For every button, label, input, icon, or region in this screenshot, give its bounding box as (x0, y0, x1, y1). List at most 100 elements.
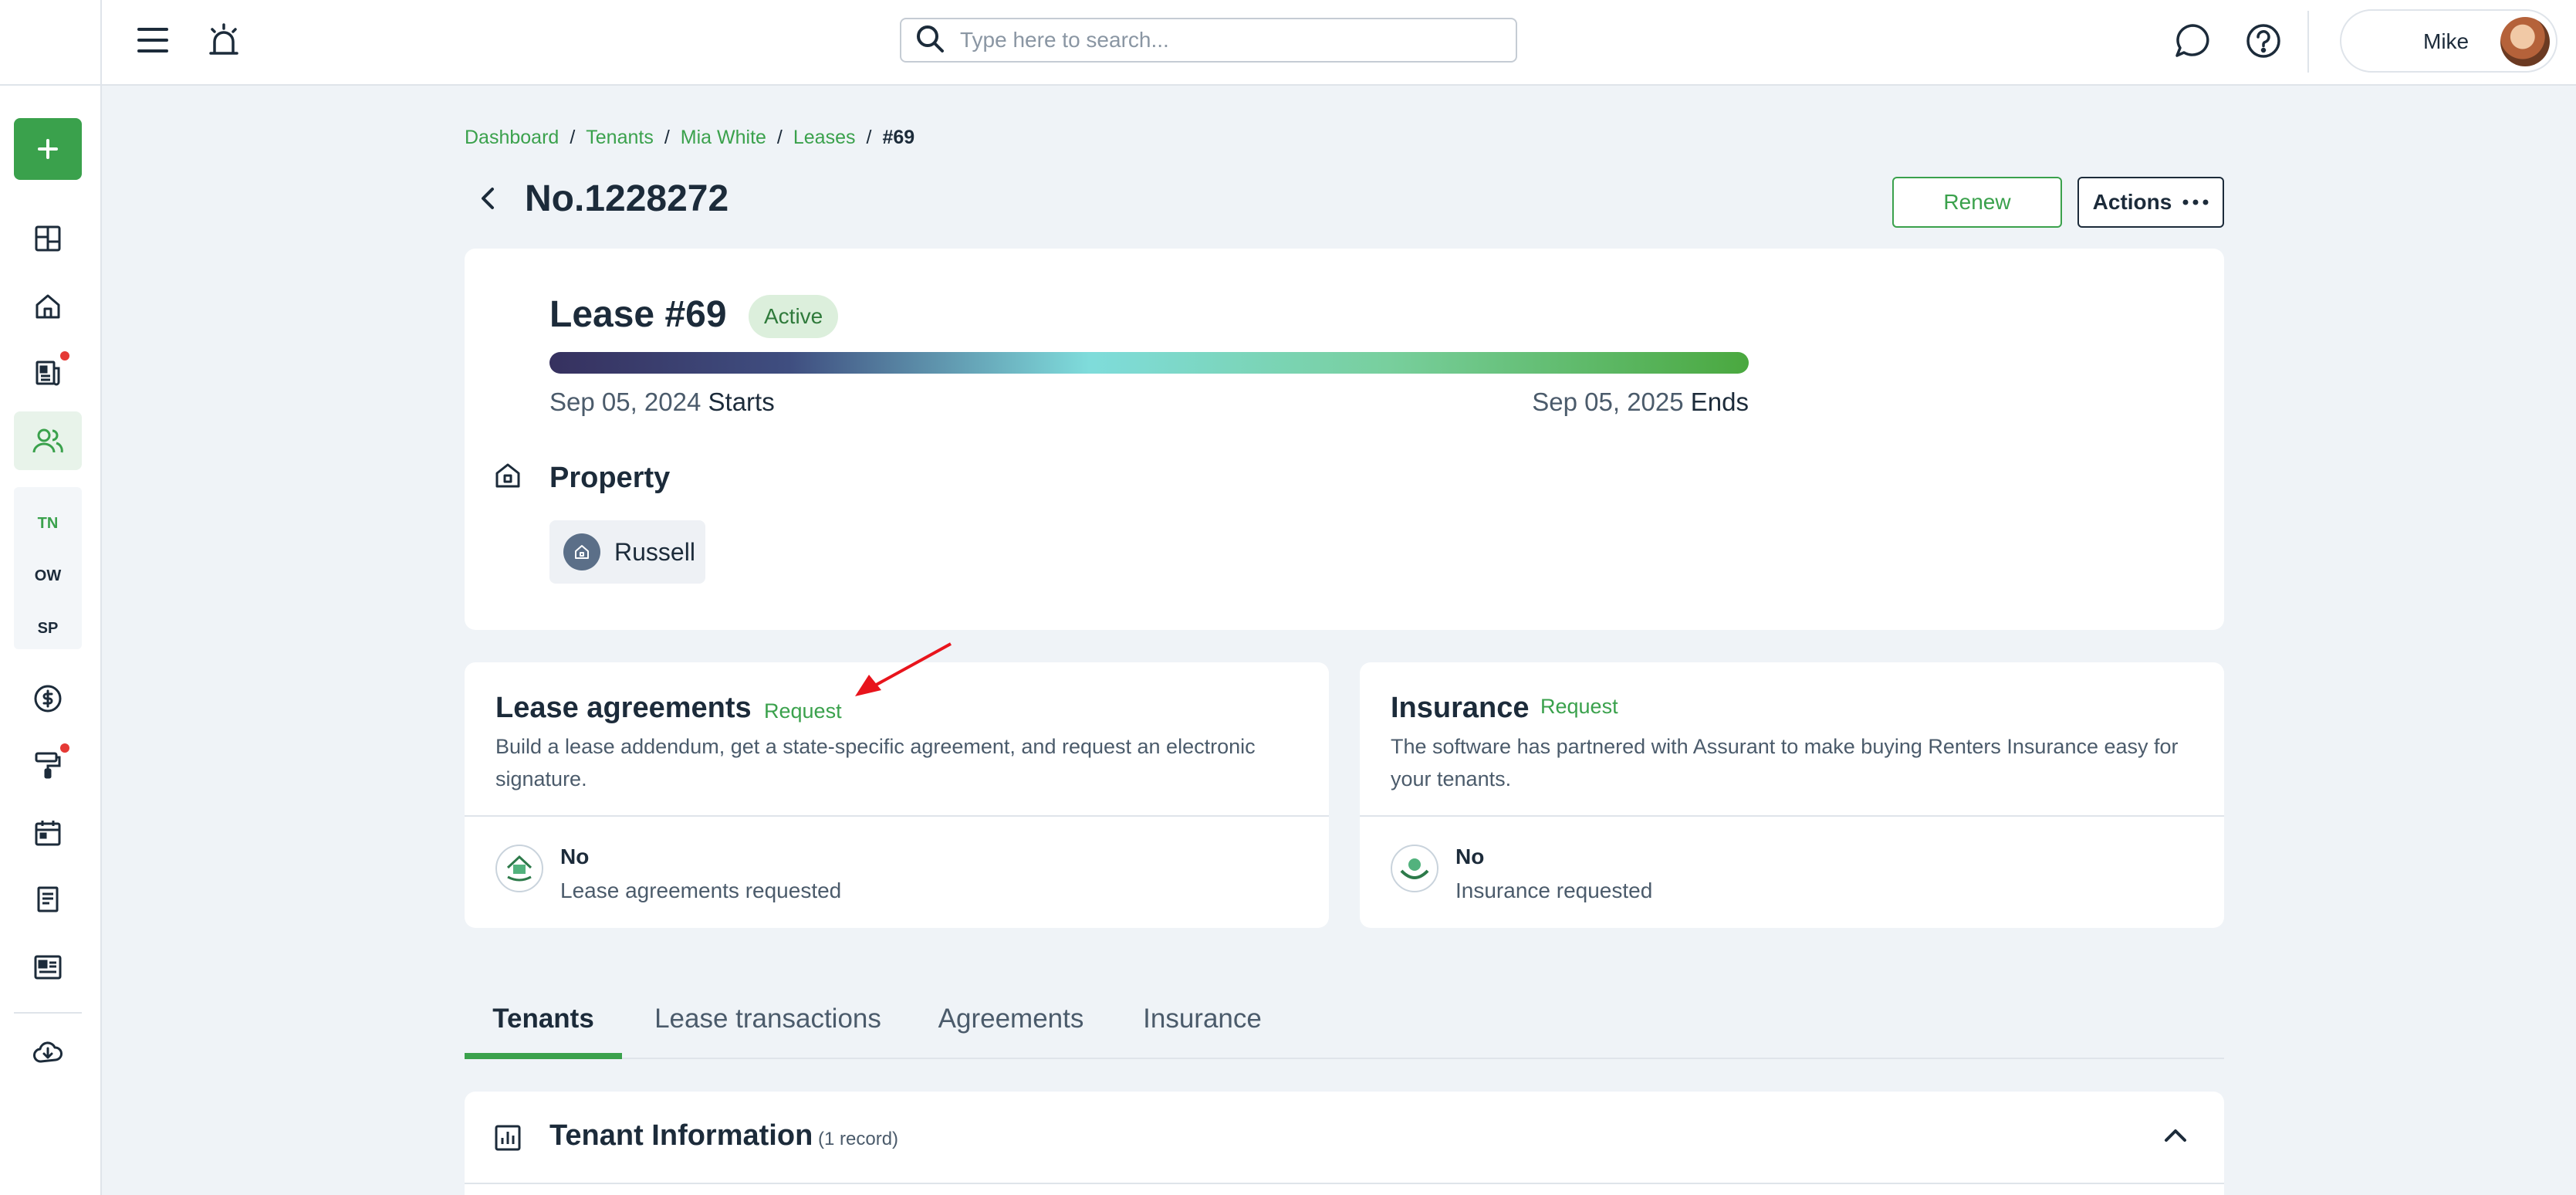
property-building-icon (563, 533, 600, 570)
breadcrumb-separator: / (570, 127, 576, 148)
lease-agreements-status-text: Lease agreements requested (560, 878, 842, 902)
users-icon (32, 428, 63, 453)
cloud-download-icon (33, 1041, 63, 1063)
insurance-title: Insurance (1391, 692, 1530, 724)
breadcrumb-tenant[interactable]: Mia White (681, 127, 766, 149)
tenant-record-count: (1 record) (818, 1129, 899, 1149)
tenant-information-title: Tenant Information (549, 1119, 813, 1152)
sidebar-people-submenu: TN OW SP (14, 487, 82, 649)
more-dots-icon (2182, 199, 2209, 205)
lease-agreements-description: Build a lease addendum, get a state-spec… (495, 735, 1256, 790)
end-label: Ends (1690, 388, 1749, 416)
actions-button[interactable]: Actions (2077, 177, 2224, 228)
chat-icon[interactable] (2173, 22, 2212, 60)
actions-label: Actions (2092, 190, 2172, 214)
insurance-description: The software has partnered with Assurant… (1391, 735, 2179, 790)
sidebar-item-maintenance[interactable] (14, 736, 82, 794)
chevron-up-icon (2165, 1129, 2186, 1142)
breadcrumb: Dashboard / Tenants / Mia White / Leases… (465, 127, 914, 149)
sidebar-cap (0, 0, 102, 86)
card-divider (1360, 815, 2224, 817)
insurance-logo-icon (1391, 845, 1438, 892)
sidebar-item-dashboard[interactable] (14, 209, 82, 268)
active-tab-indicator (465, 1053, 622, 1059)
listing-icon (34, 955, 62, 980)
sidebar-sub-providers[interactable]: SP (14, 620, 82, 638)
annotation-arrow (849, 639, 957, 705)
topbar-divider (2307, 11, 2309, 73)
lease-summary-card: Lease #69 Active Sep 05, 2024 Starts Sep… (465, 249, 2224, 630)
lease-agreements-request-link[interactable]: Request (764, 699, 842, 723)
dollar-icon (34, 685, 62, 713)
insurance-status-text: Insurance requested (1455, 878, 1653, 902)
lease-agreements-title: Lease agreements (495, 692, 752, 724)
insurance-request-link[interactable]: Request (1540, 695, 1618, 719)
breadcrumb-leases[interactable]: Leases (793, 127, 856, 149)
page-title: No.1228272 (525, 178, 729, 219)
lease-agreement-logo-icon (495, 845, 543, 892)
sidebar-item-reports[interactable] (14, 344, 82, 402)
avatar (2500, 17, 2550, 66)
sidebar: TN OW SP (0, 86, 102, 1195)
tab-agreements[interactable]: Agreements (926, 979, 1096, 1059)
sidebar-item-downloads[interactable] (14, 1023, 82, 1082)
menu-icon[interactable] (136, 23, 170, 57)
collapse-button[interactable] (2162, 1126, 2189, 1149)
card-divider (465, 815, 1329, 817)
breadcrumb-separator: / (866, 127, 872, 148)
help-icon[interactable] (2244, 22, 2283, 60)
start-date: Sep 05, 2024 (549, 388, 701, 416)
breadcrumb-separator: / (664, 127, 670, 148)
back-button[interactable] (477, 185, 499, 215)
end-date: Sep 05, 2025 (1532, 388, 1684, 416)
tab-insurance[interactable]: Insurance (1134, 979, 1270, 1059)
property-home-icon (494, 462, 522, 493)
alarm-icon[interactable] (205, 22, 242, 59)
user-name: Mike (2423, 29, 2470, 53)
sidebar-item-accounting[interactable] (14, 669, 82, 728)
tenant-information-panel: Tenant Information (1 record) (465, 1092, 2224, 1195)
property-label: Property (549, 462, 671, 494)
breadcrumb-dashboard[interactable]: Dashboard (465, 127, 559, 149)
chart-icon (494, 1124, 522, 1156)
notification-dot (60, 743, 69, 753)
renew-button[interactable]: Renew (1892, 177, 2062, 228)
property-name: Russell (614, 537, 695, 566)
insurance-status: No (1455, 845, 1485, 868)
sidebar-divider (14, 1012, 82, 1014)
user-menu[interactable]: Mike (2340, 9, 2557, 73)
sidebar-item-properties[interactable] (14, 277, 82, 336)
breadcrumb-tenants[interactable]: Tenants (586, 127, 654, 149)
lease-end: Sep 05, 2025 Ends (1516, 388, 1749, 417)
plus-icon (38, 139, 58, 159)
search-box[interactable] (900, 18, 1517, 63)
lease-timeline-bar (549, 352, 1749, 374)
search-input[interactable] (960, 28, 1485, 52)
lease-title: Lease #69 (549, 294, 727, 335)
paint-roller-icon (35, 752, 61, 779)
top-bar: Mike (0, 0, 2576, 86)
start-label: Starts (708, 388, 775, 416)
lease-tabs: Tenants Lease transactions Agreements In… (465, 979, 2224, 1059)
property-chip[interactable]: Russell (549, 520, 705, 584)
tab-tenants[interactable]: Tenants (465, 979, 622, 1059)
calendar-icon (35, 821, 61, 846)
status-badge: Active (749, 295, 839, 338)
lease-start: Sep 05, 2024 Starts (549, 388, 775, 417)
sidebar-item-listings[interactable] (14, 938, 82, 997)
add-button[interactable] (14, 118, 82, 180)
sidebar-item-documents[interactable] (14, 870, 82, 929)
sidebar-sub-tenants[interactable]: TN (14, 515, 82, 533)
breadcrumb-separator: / (776, 127, 783, 148)
sidebar-item-people[interactable] (14, 411, 82, 470)
sidebar-sub-owners[interactable]: OW (14, 567, 82, 585)
panel-divider (465, 1183, 2224, 1184)
sidebar-item-calendar[interactable] (14, 804, 82, 862)
document-icon (37, 886, 59, 912)
breadcrumb-current: #69 (882, 127, 915, 148)
dashboard-icon (35, 225, 61, 252)
insurance-card: Insurance Request The software has partn… (1360, 662, 2224, 928)
tab-lease-transactions[interactable]: Lease transactions (648, 979, 887, 1059)
lease-agreements-status: No (560, 845, 590, 868)
chevron-left-icon (482, 188, 494, 209)
